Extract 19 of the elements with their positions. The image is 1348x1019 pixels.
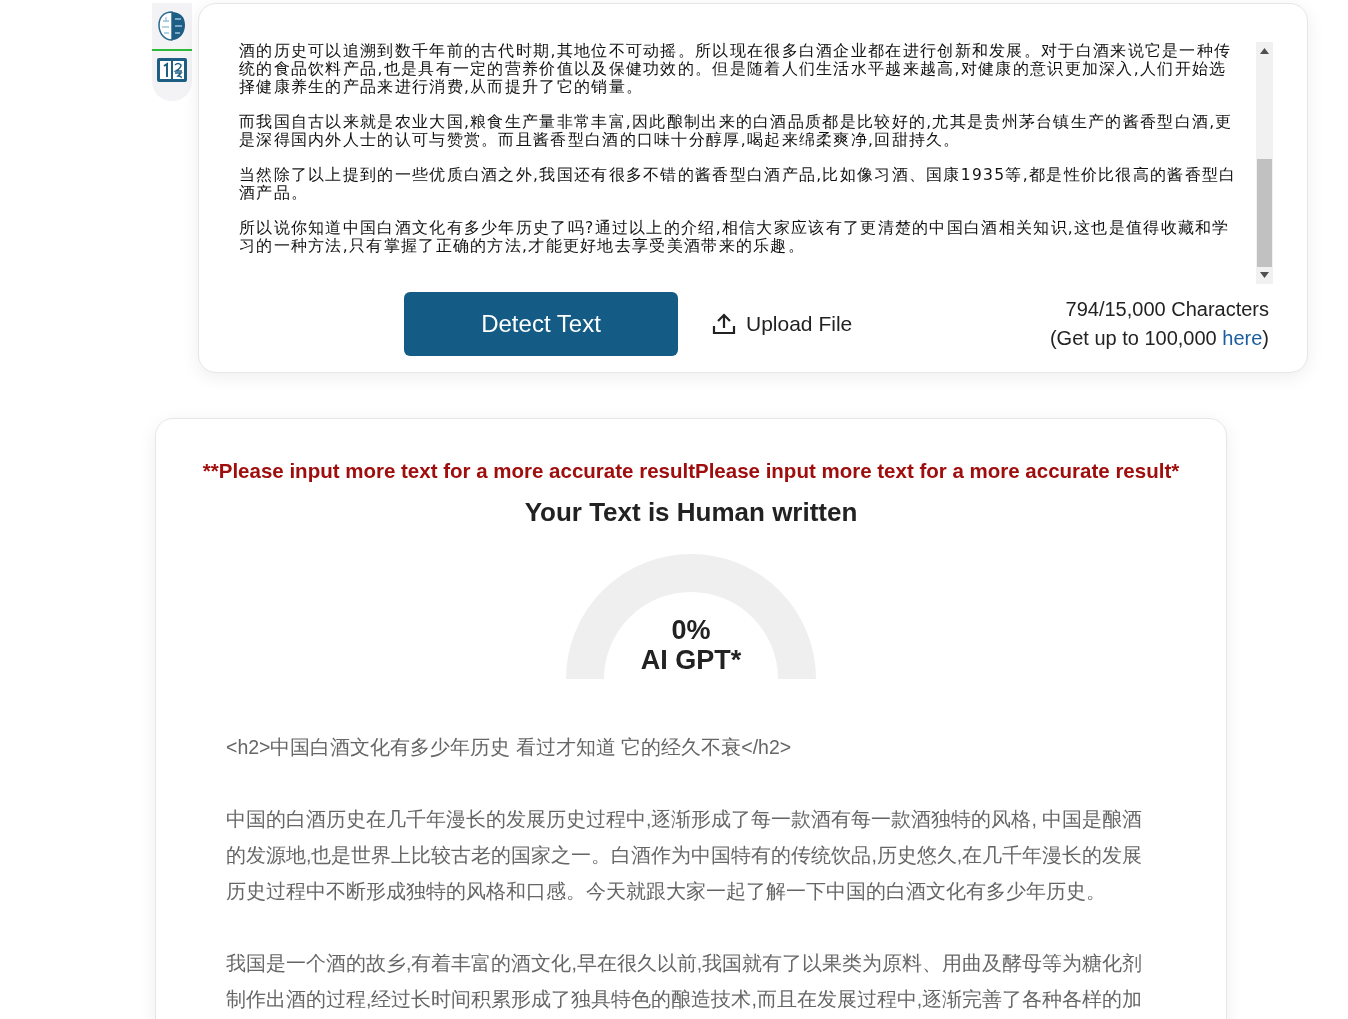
upload-icon — [712, 313, 736, 335]
here-link[interactable]: here — [1222, 327, 1263, 349]
result-paragraph: <h2>中国白酒文化有多少年历史 看过才知道 它的经久不衰</h2> — [226, 735, 793, 760]
verdict-title: Your Text is Human written — [524, 497, 858, 528]
sidebar-item[interactable] — [152, 9, 192, 51]
character-count: 794/15,000 Characters — [1065, 298, 1269, 321]
gauge-percent: 0% — [671, 615, 711, 645]
result-paragraph: 我国是一个酒的故乡,有着丰富的酒文化,早在很久以前,我国就有了以果类为原料、用曲及酵母等为糖化剂制作出酒的过程,经过长时间积累形成了独具特色的酿造技术,而且在发展过程中,逐渐完善了各种各样的加 — [226, 951, 1144, 1012]
upload-file-button[interactable]: Upload File — [712, 312, 853, 336]
scroll-down-icon[interactable] — [1260, 272, 1269, 278]
scrollbar[interactable] — [1256, 42, 1273, 284]
text-input-field[interactable]: 酒的历史可以追溯到数千年前的古代时期,其地位不可动摇。所以现在很多白酒企业都在进行创新和发展。对于白酒来说它是一种传统的食品饮料产品,也是具有一定的营养价值以及保健功效的。但是随着人们生活水平越来越高,对健康的意识更加深入,人们开始选择健康养生的产品来进行消费,从而提升了它的销量。 而我国自古以来就是农业大国,粮食生产量非常丰富,因此酿制出来的白酒品质都是比较好的,尤其是贵州茅台镇生产的酱香型白酒,更是深得国内外人士的认可与赞赏。而且酱香型白酒的口味十分醇厚,喝起来绵柔爽净,回甜持久。 当然除了以上提到的一些优质白酒之外,我国还有很多不错的酱香型白酒产品,比如像习酒、国康1935等,都是性价比很高的酱香型白酒产品。 所以说你知道中国白酒文化有多少年历史了吗?通过以上的介绍,相信大家应该有了更清楚的中国白酒相关知识,这也是值得收藏和学习的一种方法,只有掌握了正确的方法,才能更好地去享受美酒带来的乐趣。 — [239, 42, 1256, 284]
numbered-columns-icon — [156, 57, 188, 83]
gauge-label: AI GPT* — [640, 645, 742, 675]
detect-text-button[interactable]: Detect Text — [404, 292, 678, 356]
upgrade-note: (Get up to 100,000 here) — [1049, 327, 1269, 350]
warning-text: **Please input more text for a more accurate resultPlease input more text for a more accurate result* — [202, 459, 1180, 483]
scroll-up-icon[interactable] — [1260, 48, 1269, 54]
result-paragraph: 中国的白酒历史在几千年漫长的发展历史过程中,逐渐形成了每一款酒有每一款酒独特的风格, 中国是酿酒的发源地,也是世界上比较古老的国家之一。白酒作为中国特有的传统饮品,历史悠久,在几千年漫长的发展历史过程中不断形成独特的风格和口感。今天就跟大家一起了解一下中国的白酒文化有多少年历史。 — [226, 807, 1144, 904]
